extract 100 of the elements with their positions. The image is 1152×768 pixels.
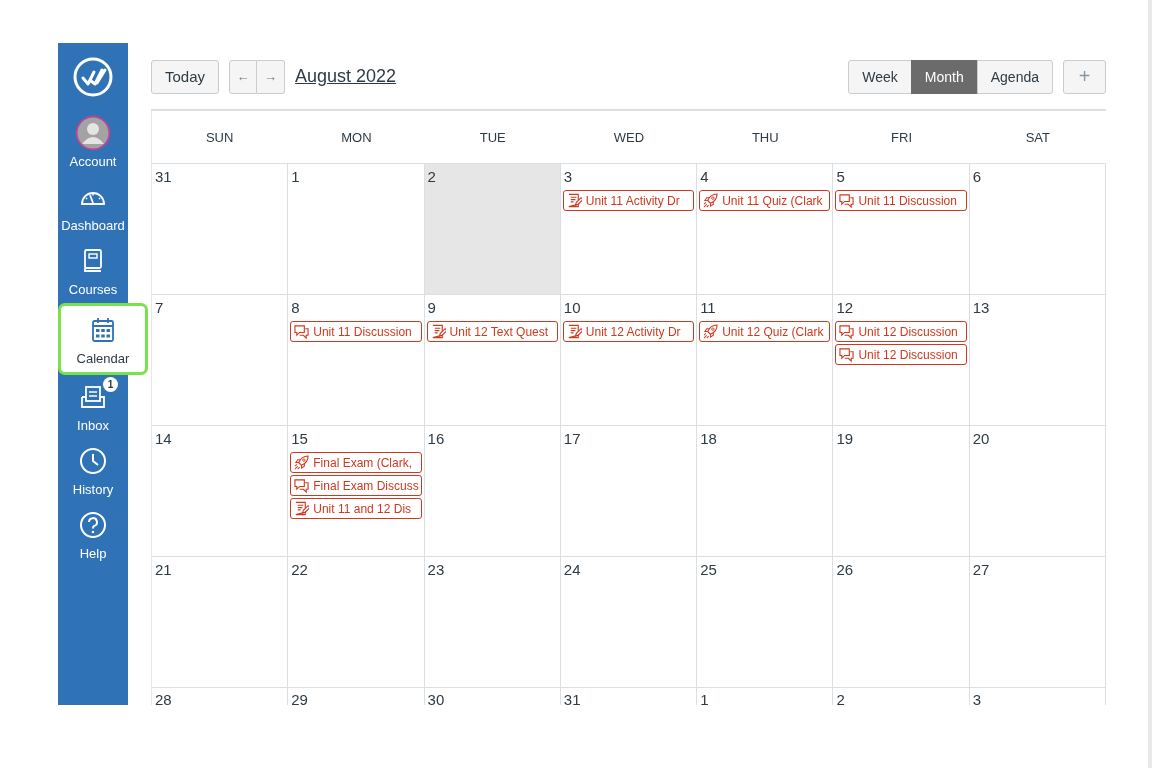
day-number: 26 bbox=[836, 561, 855, 578]
view-tab[interactable]: Week bbox=[848, 59, 912, 94]
day-number: 11 bbox=[700, 299, 717, 316]
calendar-event[interactable]: Unit 12 Discussion bbox=[835, 344, 967, 365]
day-cell[interactable]: 28 bbox=[152, 688, 289, 705]
nav-item[interactable]: Dashboard bbox=[58, 175, 128, 239]
day-number: 2 bbox=[427, 168, 437, 185]
day-cell[interactable]: 22 bbox=[288, 557, 425, 688]
day-cell[interactable]: 20 bbox=[969, 426, 1106, 557]
day-cell[interactable]: 16 bbox=[424, 426, 561, 557]
calendar-event[interactable]: Final Exam Discuss bbox=[290, 475, 422, 496]
inbox-icon bbox=[80, 385, 106, 409]
day-cell[interactable]: 10 Unit 12 Activity Dr bbox=[560, 295, 698, 426]
calendar-event[interactable]: Unit 12 Discussion bbox=[835, 321, 967, 342]
nav-item[interactable]: Calendar bbox=[58, 303, 148, 375]
day-cell[interactable]: 9 Unit 12 Text Quest bbox=[424, 295, 561, 426]
calendar-event[interactable]: Final Exam (Clark, bbox=[290, 452, 422, 473]
day-cell[interactable]: 31 bbox=[152, 164, 289, 295]
day-number: 28 bbox=[155, 691, 173, 708]
day-number: 17 bbox=[563, 430, 582, 447]
day-number: 14 bbox=[155, 430, 173, 447]
day-cell[interactable]: 12 Unit 12 Discussion Unit 12 Discussion bbox=[833, 295, 970, 426]
day-number: 24 bbox=[563, 561, 582, 578]
calendar-icon bbox=[91, 317, 115, 343]
assignment-icon bbox=[566, 324, 582, 339]
day-cell[interactable]: 19 bbox=[833, 426, 970, 557]
day-cell[interactable]: 25 bbox=[697, 557, 834, 688]
calendar-event[interactable]: Unit 12 Text Quest bbox=[426, 321, 558, 342]
day-number: 18 bbox=[700, 430, 718, 447]
view-tab[interactable]: Month bbox=[910, 59, 978, 94]
day-number: 15 bbox=[291, 430, 309, 447]
next-button[interactable]: → bbox=[257, 59, 286, 94]
nav-item[interactable]: Courses bbox=[58, 239, 128, 303]
day-cell[interactable]: 7 bbox=[152, 295, 289, 426]
calendar-event[interactable]: Unit 11 Discussion bbox=[835, 190, 967, 211]
assignment-icon bbox=[430, 324, 446, 339]
day-cell[interactable]: 26 bbox=[833, 557, 970, 688]
day-number: 6 bbox=[972, 168, 983, 185]
day-number: 22 bbox=[291, 561, 309, 578]
day-number: 29 bbox=[291, 691, 309, 708]
day-number: 31 bbox=[155, 168, 173, 185]
day-number: 13 bbox=[972, 299, 991, 316]
discussion-icon bbox=[294, 478, 310, 493]
nav-item[interactable]: Help bbox=[58, 503, 128, 567]
day-cell[interactable]: 17 bbox=[560, 426, 698, 557]
day-number: 4 bbox=[700, 168, 710, 185]
day-cell[interactable]: 5 Unit 11 Discussion bbox=[833, 164, 970, 295]
day-cell[interactable]: 27 bbox=[969, 557, 1106, 688]
unread-count-badge: 1 bbox=[103, 377, 118, 392]
day-number: 1 bbox=[700, 691, 710, 708]
day-number: 21 bbox=[155, 561, 173, 578]
calendar-event[interactable]: Unit 12 Quiz (Clark bbox=[699, 321, 831, 342]
day-cell[interactable]: 4 Unit 11 Quiz (Clark bbox=[697, 164, 834, 295]
day-number: 1 bbox=[291, 168, 301, 185]
day-cell[interactable]: 18 bbox=[697, 426, 834, 557]
day-cell[interactable]: 13 bbox=[969, 295, 1106, 426]
day-cell[interactable]: 21 bbox=[152, 557, 289, 688]
nav-item[interactable]: Account bbox=[58, 111, 128, 175]
rocket-icon bbox=[703, 193, 719, 208]
logo-icon[interactable] bbox=[73, 57, 113, 97]
day-number: 3 bbox=[563, 168, 574, 185]
day-cell[interactable]: 3 Unit 11 Activity Dr bbox=[560, 164, 698, 295]
calendar-event[interactable]: Unit 11 and 12 Dis bbox=[290, 498, 422, 519]
day-number: 20 bbox=[972, 430, 991, 447]
day-cell[interactable]: 15 Final Exam (Clark, Final Exam Discuss Unit 11 and 12 Dis bbox=[288, 426, 425, 557]
day-cell[interactable]: 8 Unit 11 Discussion bbox=[288, 295, 425, 426]
clock-icon bbox=[79, 447, 107, 475]
day-cell[interactable]: 14 bbox=[152, 426, 289, 557]
calendar-event[interactable]: Unit 11 Quiz (Clark bbox=[699, 190, 831, 211]
discussion-icon bbox=[839, 347, 855, 362]
day-number: 12 bbox=[836, 299, 855, 316]
day-number: 16 bbox=[427, 430, 446, 447]
day-cell[interactable]: 11 Unit 12 Quiz (Clark bbox=[697, 295, 834, 426]
day-cell[interactable]: 2 bbox=[424, 164, 561, 295]
calendar-event[interactable]: Unit 11 Discussion bbox=[290, 321, 422, 342]
day-cell[interactable]: 1 bbox=[288, 164, 425, 295]
nav-item[interactable]: 1 Inbox bbox=[58, 375, 128, 439]
previous-button[interactable]: ← bbox=[229, 59, 258, 94]
day-number: 30 bbox=[427, 691, 446, 708]
day-number: 7 bbox=[155, 299, 165, 316]
calendar-event[interactable]: Unit 11 Activity Dr bbox=[562, 190, 695, 211]
day-number: 31 bbox=[563, 691, 582, 708]
month-title[interactable]: August 2022 bbox=[295, 66, 397, 87]
assignment-icon bbox=[566, 193, 582, 208]
day-number: 25 bbox=[700, 561, 718, 578]
discussion-icon bbox=[839, 324, 855, 339]
book-icon bbox=[82, 248, 104, 274]
discussion-icon bbox=[294, 324, 310, 339]
day-number: 10 bbox=[563, 299, 582, 316]
day-cell[interactable]: 23 bbox=[424, 557, 561, 688]
day-cell[interactable]: 6 bbox=[969, 164, 1106, 295]
day-number: 23 bbox=[427, 561, 446, 578]
today-button[interactable]: Today bbox=[151, 59, 220, 94]
rocket-icon bbox=[703, 324, 719, 339]
nav-item[interactable]: History bbox=[58, 439, 128, 503]
calendar-event[interactable]: Unit 12 Activity Dr bbox=[562, 321, 695, 342]
day-number: 8 bbox=[291, 299, 301, 316]
day-number: 9 bbox=[427, 299, 437, 316]
day-cell[interactable]: 24 bbox=[560, 557, 698, 688]
view-tab[interactable]: Agenda bbox=[976, 59, 1053, 94]
